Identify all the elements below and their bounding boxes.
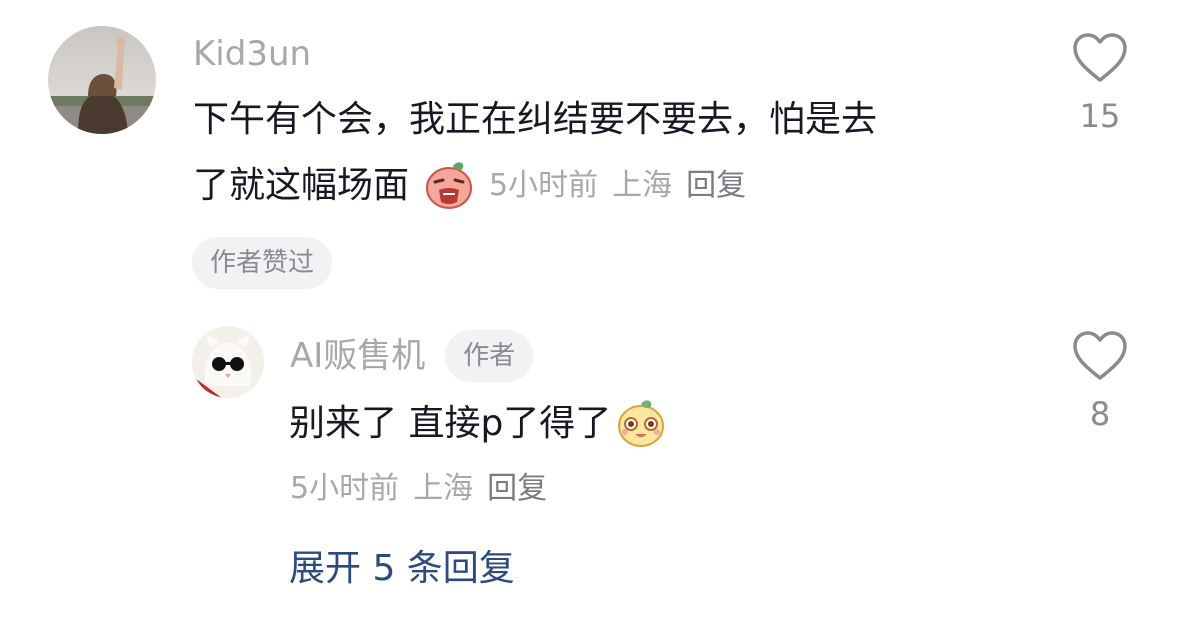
commenter-username[interactable]: Kid3un [193, 34, 311, 74]
comment-time: 5小时前 [489, 168, 599, 203]
reply-username[interactable]: AI贩售机 [290, 336, 425, 376]
comment-text-line1: 下午有个会，我正在纠结要不要去，怕是去 [193, 99, 878, 140]
author-liked-badge: 作者赞过 [192, 237, 333, 289]
expand-replies-button[interactable]: 展开 5 条回复 [289, 547, 515, 591]
reply-avatar[interactable] [192, 326, 264, 398]
reply-like-count: 8 [1089, 395, 1111, 433]
comment-like-count: 15 [1079, 97, 1121, 135]
reply-text-row: 别来了 直接p了得了 [289, 396, 667, 452]
comment-text-line2-row: 了就这幅场面 5小时前 上海 回复 [193, 158, 746, 214]
comment-text-line2: 了就这幅场面 [193, 165, 410, 206]
author-tag: 作者 [445, 330, 534, 382]
commenter-avatar[interactable] [48, 26, 156, 134]
reply-header: AI贩售机 作者 [290, 330, 534, 382]
happy-emoji-icon [615, 396, 667, 452]
reply-location: 上海 [413, 471, 474, 506]
reply-meta: 5小时前 上海 回复 [290, 471, 547, 507]
comment-location: 上海 [612, 168, 673, 203]
reply-reply-button[interactable]: 回复 [487, 471, 547, 507]
comment-meta: 5小时前 上海 回复 [489, 168, 746, 204]
reply-like-column: 8 [1060, 330, 1140, 434]
crying-emoji-icon [423, 158, 475, 214]
heart-outline-icon[interactable] [1060, 32, 1140, 84]
reply-text: 别来了 直接p了得了 [289, 403, 612, 444]
comment-reply-button[interactable]: 回复 [686, 168, 746, 204]
heart-outline-icon[interactable] [1060, 330, 1140, 382]
comment-like-column: 15 [1060, 32, 1140, 136]
reply-time: 5小时前 [290, 471, 400, 506]
